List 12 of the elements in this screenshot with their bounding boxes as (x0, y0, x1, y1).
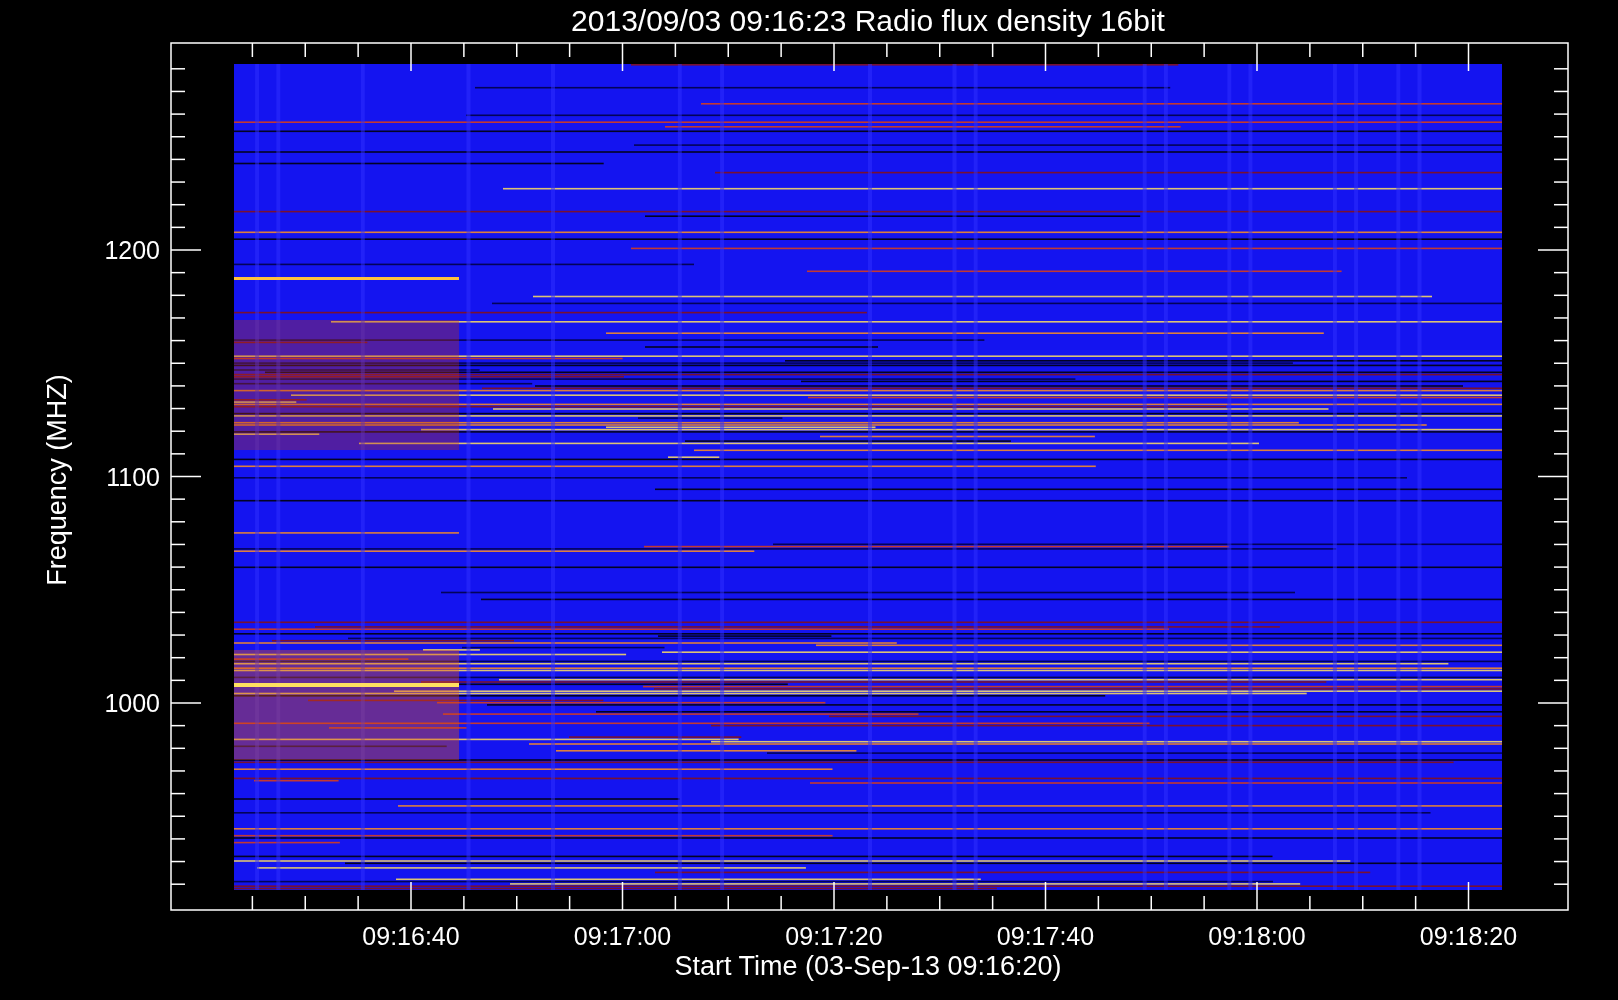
y-axis-label: Frequency (MHZ) (42, 374, 72, 586)
y-tick-label: 1100 (106, 462, 160, 491)
y-tick-label: 1000 (104, 689, 160, 717)
x-tick-label: 09:17:00 (573, 922, 672, 950)
x-tick-label: 09:18:00 (1208, 922, 1306, 950)
x-axis-label: Start Time (03-Sep-13 09:16:20) (674, 951, 1062, 981)
y-tick-label: 1200 (104, 236, 160, 264)
x-tick-label: 09:18:20 (1419, 922, 1518, 950)
x-tick-label: 09:17:40 (996, 922, 1095, 950)
x-tick-label: 09:16:40 (362, 922, 460, 950)
x-tick-label: 09:17:20 (785, 922, 883, 950)
chart-title: 2013/09/03 09:16:23 Radio flux density 16bit (571, 4, 1165, 37)
